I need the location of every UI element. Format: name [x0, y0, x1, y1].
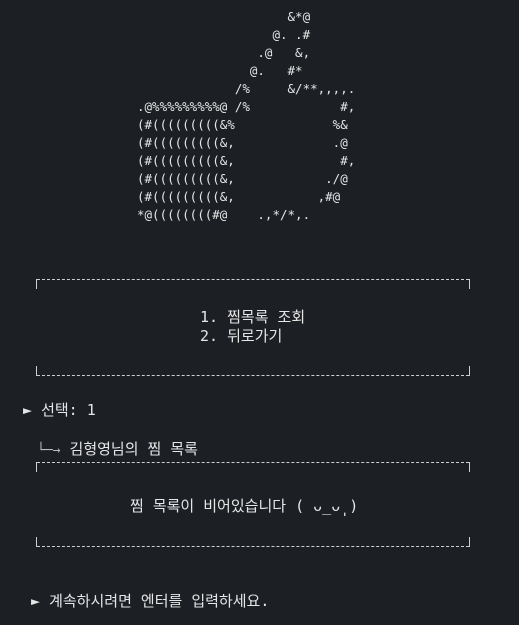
- wishlist-box-top-border: [36, 462, 470, 472]
- selection-label: 선택:: [41, 401, 78, 419]
- continue-text: 계속하시려면 엔터를 입력하세요.: [49, 592, 270, 610]
- ascii-art-logo: &*@ @. .# .@ &, @. #* /% &/**,,,,. .@%%%…: [137, 8, 355, 224]
- menu-box-top-border: [36, 279, 470, 289]
- wishlist-header: └─→ 김형영님의 찜 목록: [37, 440, 198, 460]
- continue-prompt: ► 계속하시려면 엔터를 입력하세요.: [31, 592, 269, 611]
- selection-prompt: ► 선택: 1: [23, 401, 96, 420]
- ascii-art-line: @. #*: [249, 63, 303, 78]
- ascii-art-line: /% &/**,,,,.: [234, 81, 356, 96]
- ascii-art-line: (#(((((((((&, #,: [137, 153, 356, 168]
- menu-item-go-back: 2. 뒤로가기: [200, 327, 283, 345]
- ascii-art-line: *@((((((((#@ .,*/*,.: [137, 207, 311, 222]
- menu-list: 1. 찜목록 조회 2. 뒤로가기: [200, 308, 305, 346]
- menu-item-view-wishlist: 1. 찜목록 조회: [200, 308, 306, 326]
- terminal-window: &*@ @. .# .@ &, @. #* /% &/**,,,,. .@%%%…: [0, 0, 519, 625]
- ascii-art-line: .@%%%%%%%%%@ /% #,: [137, 99, 356, 114]
- ascii-art-line: .@ &,: [257, 45, 311, 60]
- continue-marker-icon: ►: [31, 592, 41, 610]
- prompt-marker-icon: ►: [23, 401, 33, 419]
- ascii-art-line: @. .#: [272, 27, 311, 42]
- selection-value: 1: [86, 401, 96, 419]
- wishlist-box-bottom-border: [36, 537, 470, 547]
- ascii-art-line: (#(((((((((&, ,#@: [137, 189, 341, 204]
- wishlist-title: 김형영님의 찜 목록: [69, 440, 198, 458]
- ascii-art-line: &*@: [287, 9, 311, 24]
- menu-box-bottom-border: [36, 366, 470, 376]
- ascii-art-line: (#(((((((((&, .@: [137, 135, 348, 150]
- ascii-art-line: (#(((((((((&, ./@: [137, 171, 348, 186]
- wishlist-empty-message: 찜 목록이 비어있습니다 ( ᴗ_ᴗ̩̩ ): [130, 497, 359, 515]
- ascii-art-line: (#(((((((((&% %&: [137, 117, 348, 132]
- return-arrow-icon: └─→: [37, 443, 61, 458]
